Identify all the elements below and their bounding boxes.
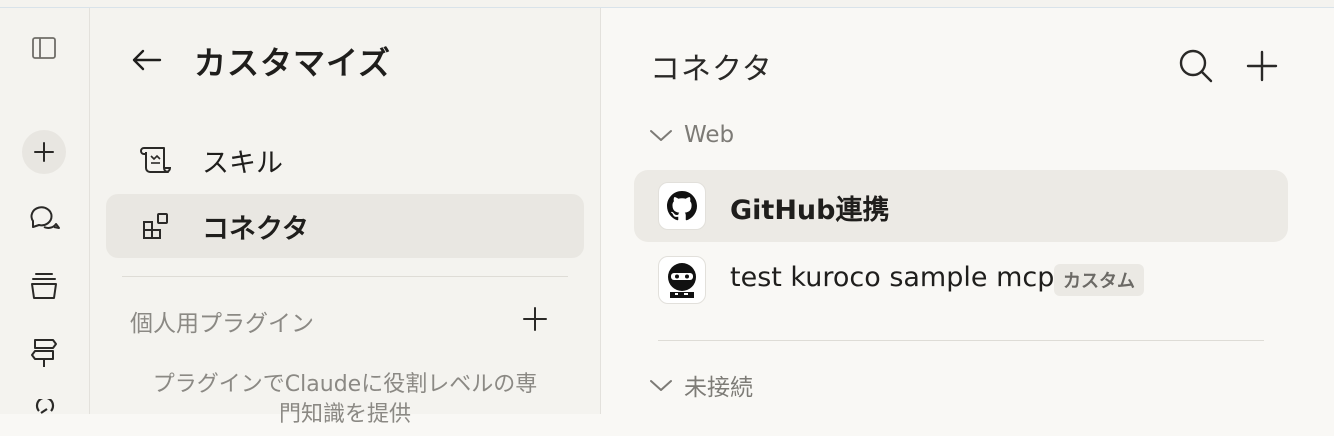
personal-plugins-label: 個人用プラグイン <box>130 311 314 337</box>
window-top-bar <box>0 0 1334 8</box>
group-label: 未接続 <box>684 375 753 401</box>
connector-item-kuroco[interactable]: test kuroco sample mcp カスタム <box>634 244 1288 316</box>
group-header-web[interactable]: Web <box>648 122 734 148</box>
chats-button[interactable] <box>22 196 66 240</box>
divider <box>658 340 1264 341</box>
custom-badge: カスタム <box>1054 264 1144 296</box>
projects-button[interactable] <box>22 264 66 308</box>
connectors-title: コネクタ <box>650 52 773 87</box>
artifacts-button[interactable] <box>22 330 66 374</box>
skills-scroll-icon <box>140 144 174 176</box>
connector-item-github[interactable]: GitHub連携 <box>634 170 1288 242</box>
plugins-hint-line: 門知識を提供 <box>278 402 411 427</box>
plus-icon <box>34 142 54 162</box>
connector-name: test kuroco sample mcp <box>730 262 1055 293</box>
projects-stack-icon <box>31 273 57 299</box>
search-icon <box>1179 49 1213 83</box>
sidebar-toggle-icon <box>32 37 56 59</box>
arrow-left-icon <box>132 49 162 71</box>
search-button[interactable] <box>1176 46 1216 86</box>
add-plugin-button[interactable] <box>520 304 550 334</box>
add-connector-button[interactable] <box>1242 46 1282 86</box>
group-label: Web <box>684 122 735 148</box>
nav-item-connectors[interactable]: コネクタ <box>106 194 584 258</box>
new-chat-button[interactable] <box>22 130 66 174</box>
connectors-blocks-icon <box>140 210 174 242</box>
divider <box>122 276 568 277</box>
signpost-icon <box>31 339 57 367</box>
customize-panel: カスタマイズ スキル コネクタ 個人用プラグイン プラグインでClaudeに役割… <box>90 8 601 427</box>
nav-item-skills[interactable]: スキル <box>106 128 584 192</box>
icon-rail <box>0 8 90 414</box>
chevron-down-icon <box>650 380 672 391</box>
page-title: カスタマイズ <box>194 44 392 82</box>
plugins-hint: プラグインでClaudeに役割レベルの専 門知識を提供 <box>120 370 570 430</box>
plugins-hint-line: プラグインでClaudeに役割レベルの専 <box>152 372 538 397</box>
nav-item-label: コネクタ <box>202 213 309 245</box>
chevron-down-icon <box>650 130 672 141</box>
connectors-pane: コネクタ Web GitHub連携 test kuroco sample mcp… <box>602 8 1334 414</box>
plus-icon <box>1246 50 1278 82</box>
connector-name: GitHub連携 <box>730 195 890 226</box>
code-icon <box>35 399 55 414</box>
kuroco-ninja-icon <box>658 256 706 304</box>
plus-icon <box>523 307 547 331</box>
sidebar-toggle-button[interactable] <box>22 26 66 70</box>
code-button[interactable] <box>22 392 66 436</box>
group-header-disconnected[interactable]: 未接続 <box>648 368 753 402</box>
back-button[interactable] <box>130 45 170 75</box>
chat-bubbles-icon <box>30 206 60 229</box>
nav-item-label: スキル <box>202 147 283 179</box>
github-icon <box>658 182 706 230</box>
